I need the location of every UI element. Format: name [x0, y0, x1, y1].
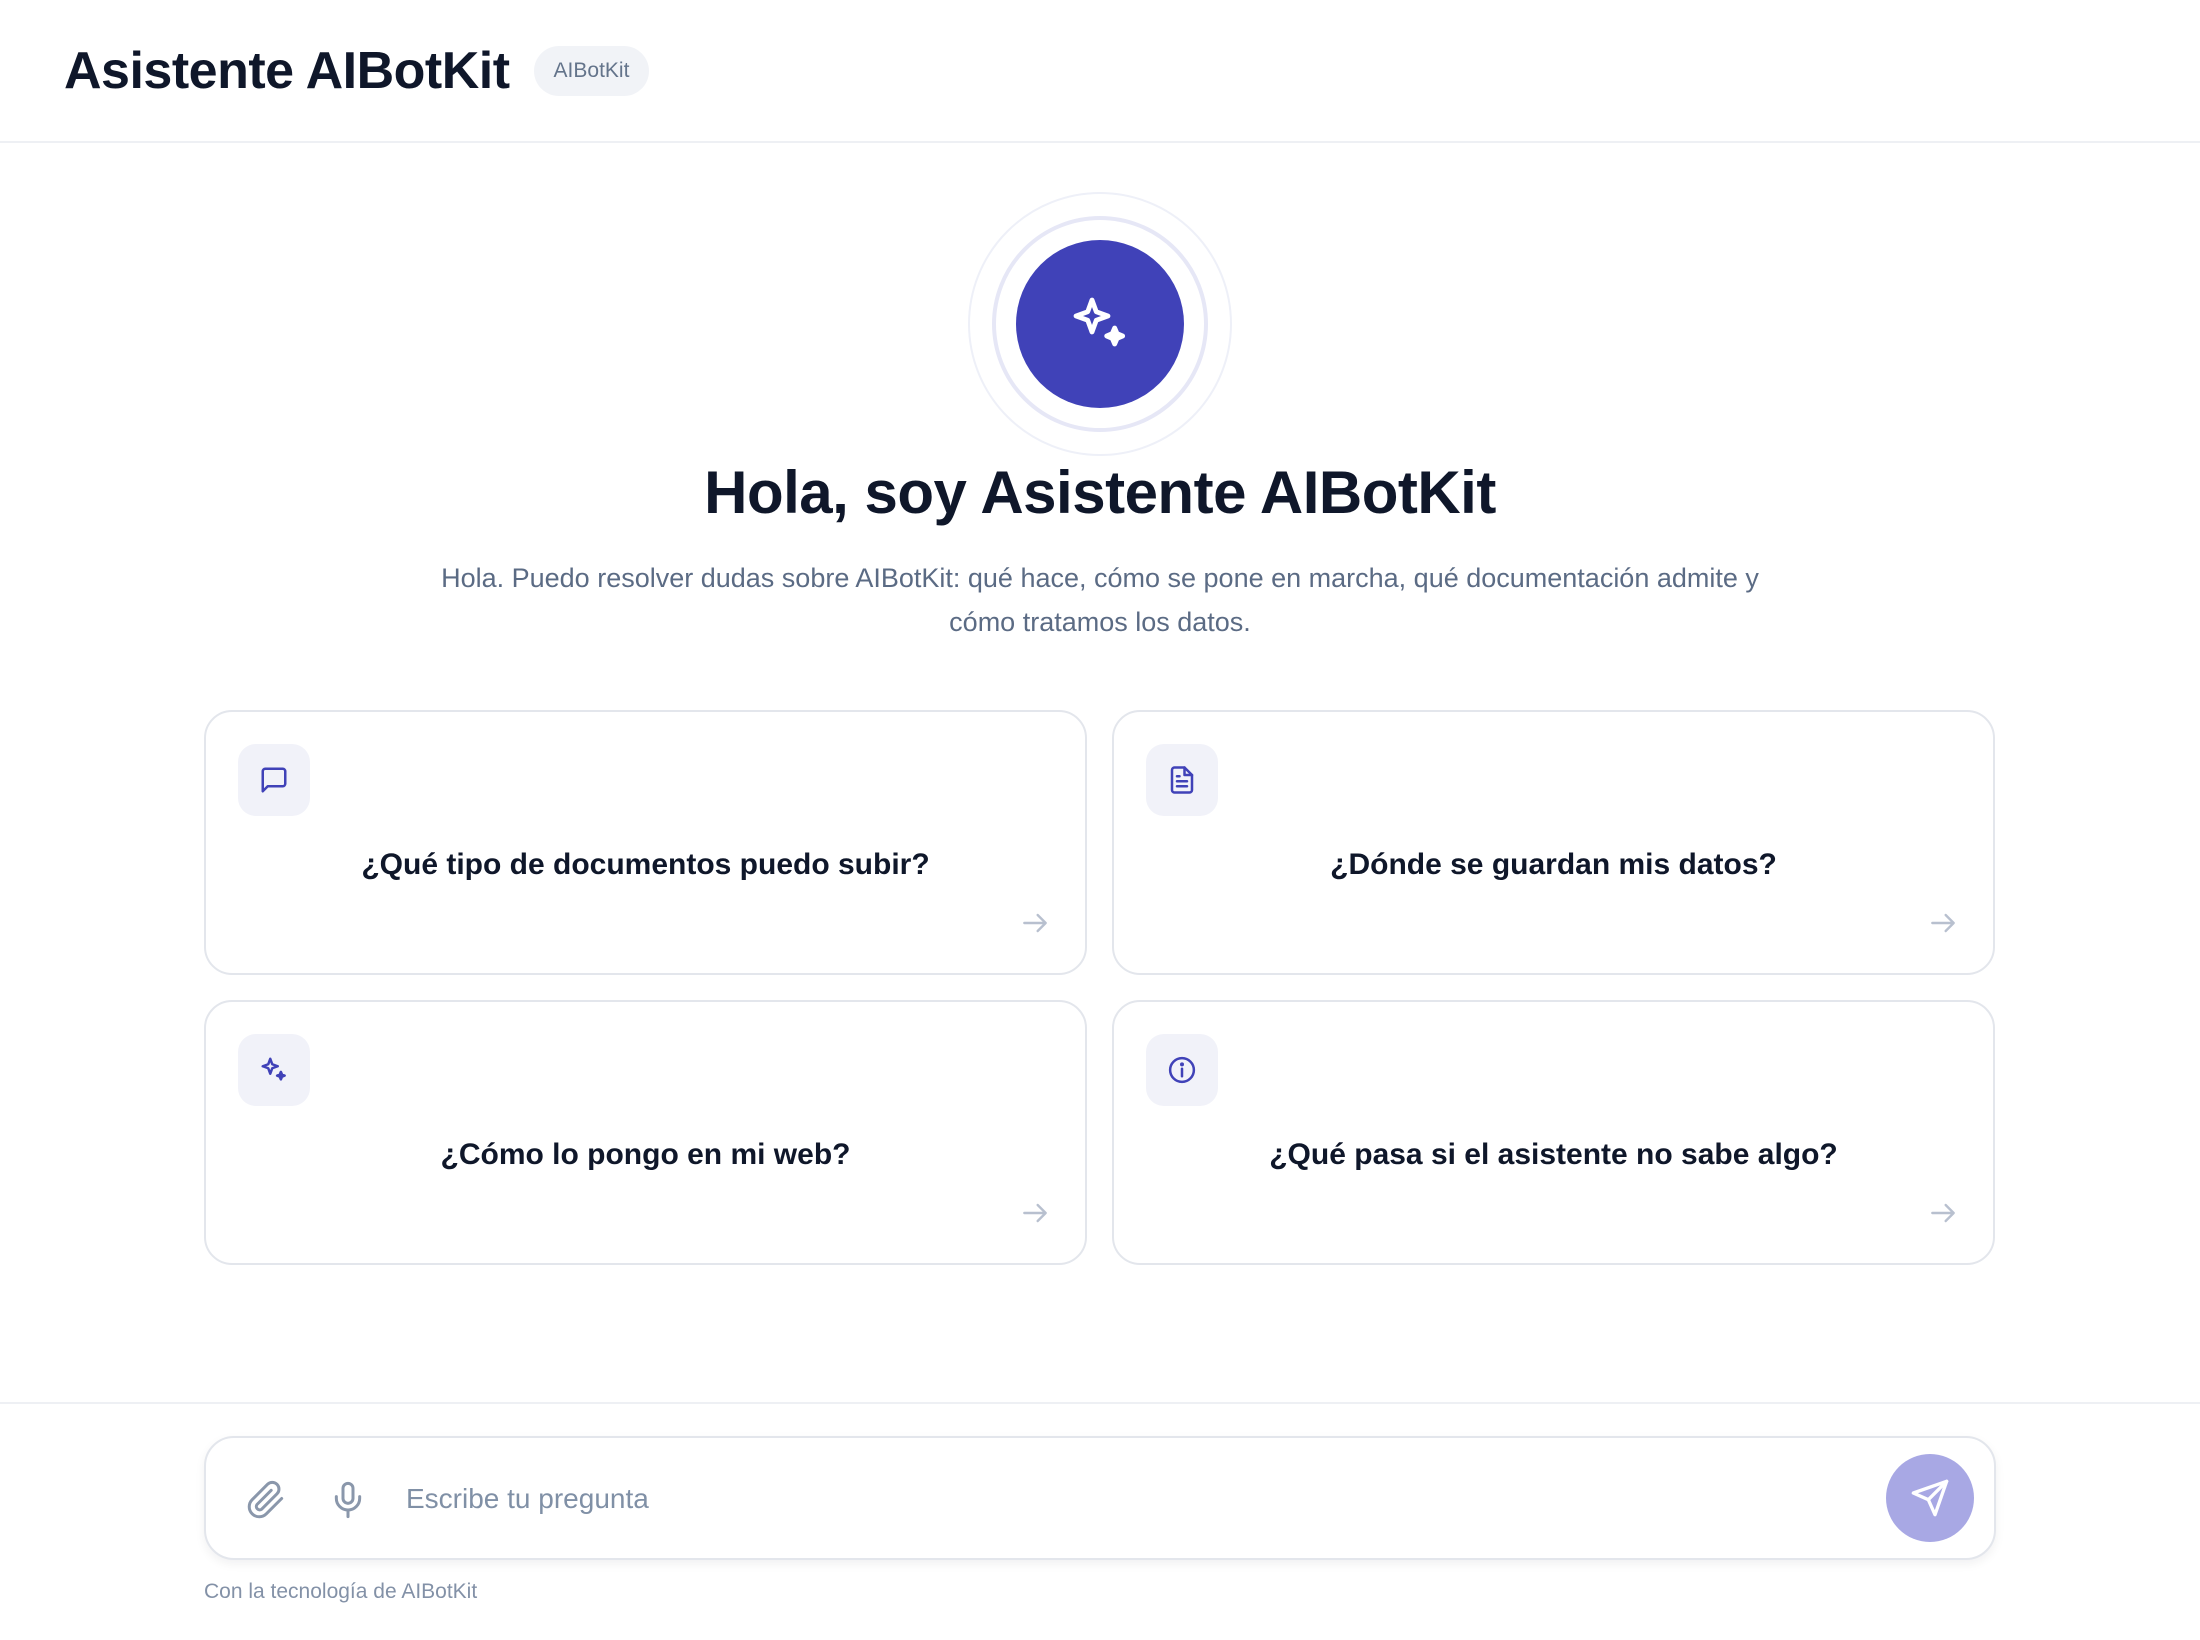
- suggestion-icon-box: [238, 1034, 310, 1106]
- arrow-right-icon: [1931, 1203, 1955, 1223]
- powered-by-text: Con la tecnología de AIBotKit: [204, 1580, 478, 1603]
- suggestion-icon-box: [1146, 1034, 1218, 1106]
- message-input[interactable]: [406, 1468, 1756, 1530]
- suggestion-label: ¿Cómo lo pongo en mi web?: [440, 1138, 851, 1171]
- paperclip-icon[interactable]: [246, 1480, 286, 1520]
- assistant-avatar: [968, 192, 1232, 456]
- suggestion-label: ¿Dónde se guardan mis datos?: [1330, 848, 1777, 881]
- suggestion-label: ¿Qué pasa si el asistente no sabe algo?: [1269, 1138, 1838, 1171]
- arrow-right-icon: [1023, 1203, 1047, 1223]
- suggestion-label: ¿Qué tipo de documentos puedo subir?: [361, 848, 930, 881]
- suggestion-card-unknown-answer[interactable]: ¿Qué pasa si el asistente no sabe algo?: [1112, 1000, 1995, 1265]
- welcome-title: Hola, soy Asistente AIBotKit: [704, 459, 1496, 526]
- file-text-icon: [1170, 766, 1194, 794]
- microphone-icon[interactable]: [328, 1480, 368, 1520]
- send-button[interactable]: [1886, 1454, 1974, 1542]
- suggestion-icon-box: [238, 744, 310, 816]
- app-title: Asistente AIBotKit: [64, 41, 510, 100]
- suggestion-card-data-storage[interactable]: ¿Dónde se guardan mis datos?: [1112, 710, 1995, 975]
- brand-badge: AIBotKit: [533, 45, 650, 96]
- arrow-right-icon: [1023, 913, 1047, 933]
- chat-app: Asistente AIBotKit AIBotKit Hola, soy As…: [0, 0, 2200, 1640]
- info-circle-icon: [1168, 1056, 1196, 1084]
- suggestion-card-website[interactable]: ¿Cómo lo pongo en mi web?: [204, 1000, 1087, 1265]
- suggestion-card-documents[interactable]: ¿Qué tipo de documentos puedo subir?: [204, 710, 1087, 975]
- footer-divider: [0, 1402, 2200, 1404]
- sparkles-icon: [261, 1057, 286, 1081]
- arrow-right-icon: [1931, 913, 1955, 933]
- send-icon: [1911, 1479, 1949, 1517]
- welcome-subtitle: Hola. Puedo resolver dudas sobre AIBotKi…: [441, 563, 1759, 637]
- message-square-icon: [261, 767, 287, 793]
- message-composer: [204, 1436, 1996, 1560]
- sparkles-icon: [1073, 297, 1126, 347]
- suggestion-icon-box: [1146, 744, 1218, 816]
- app-header: Asistente AIBotKit AIBotKit: [0, 0, 2200, 143]
- avatar-core: [1016, 240, 1184, 408]
